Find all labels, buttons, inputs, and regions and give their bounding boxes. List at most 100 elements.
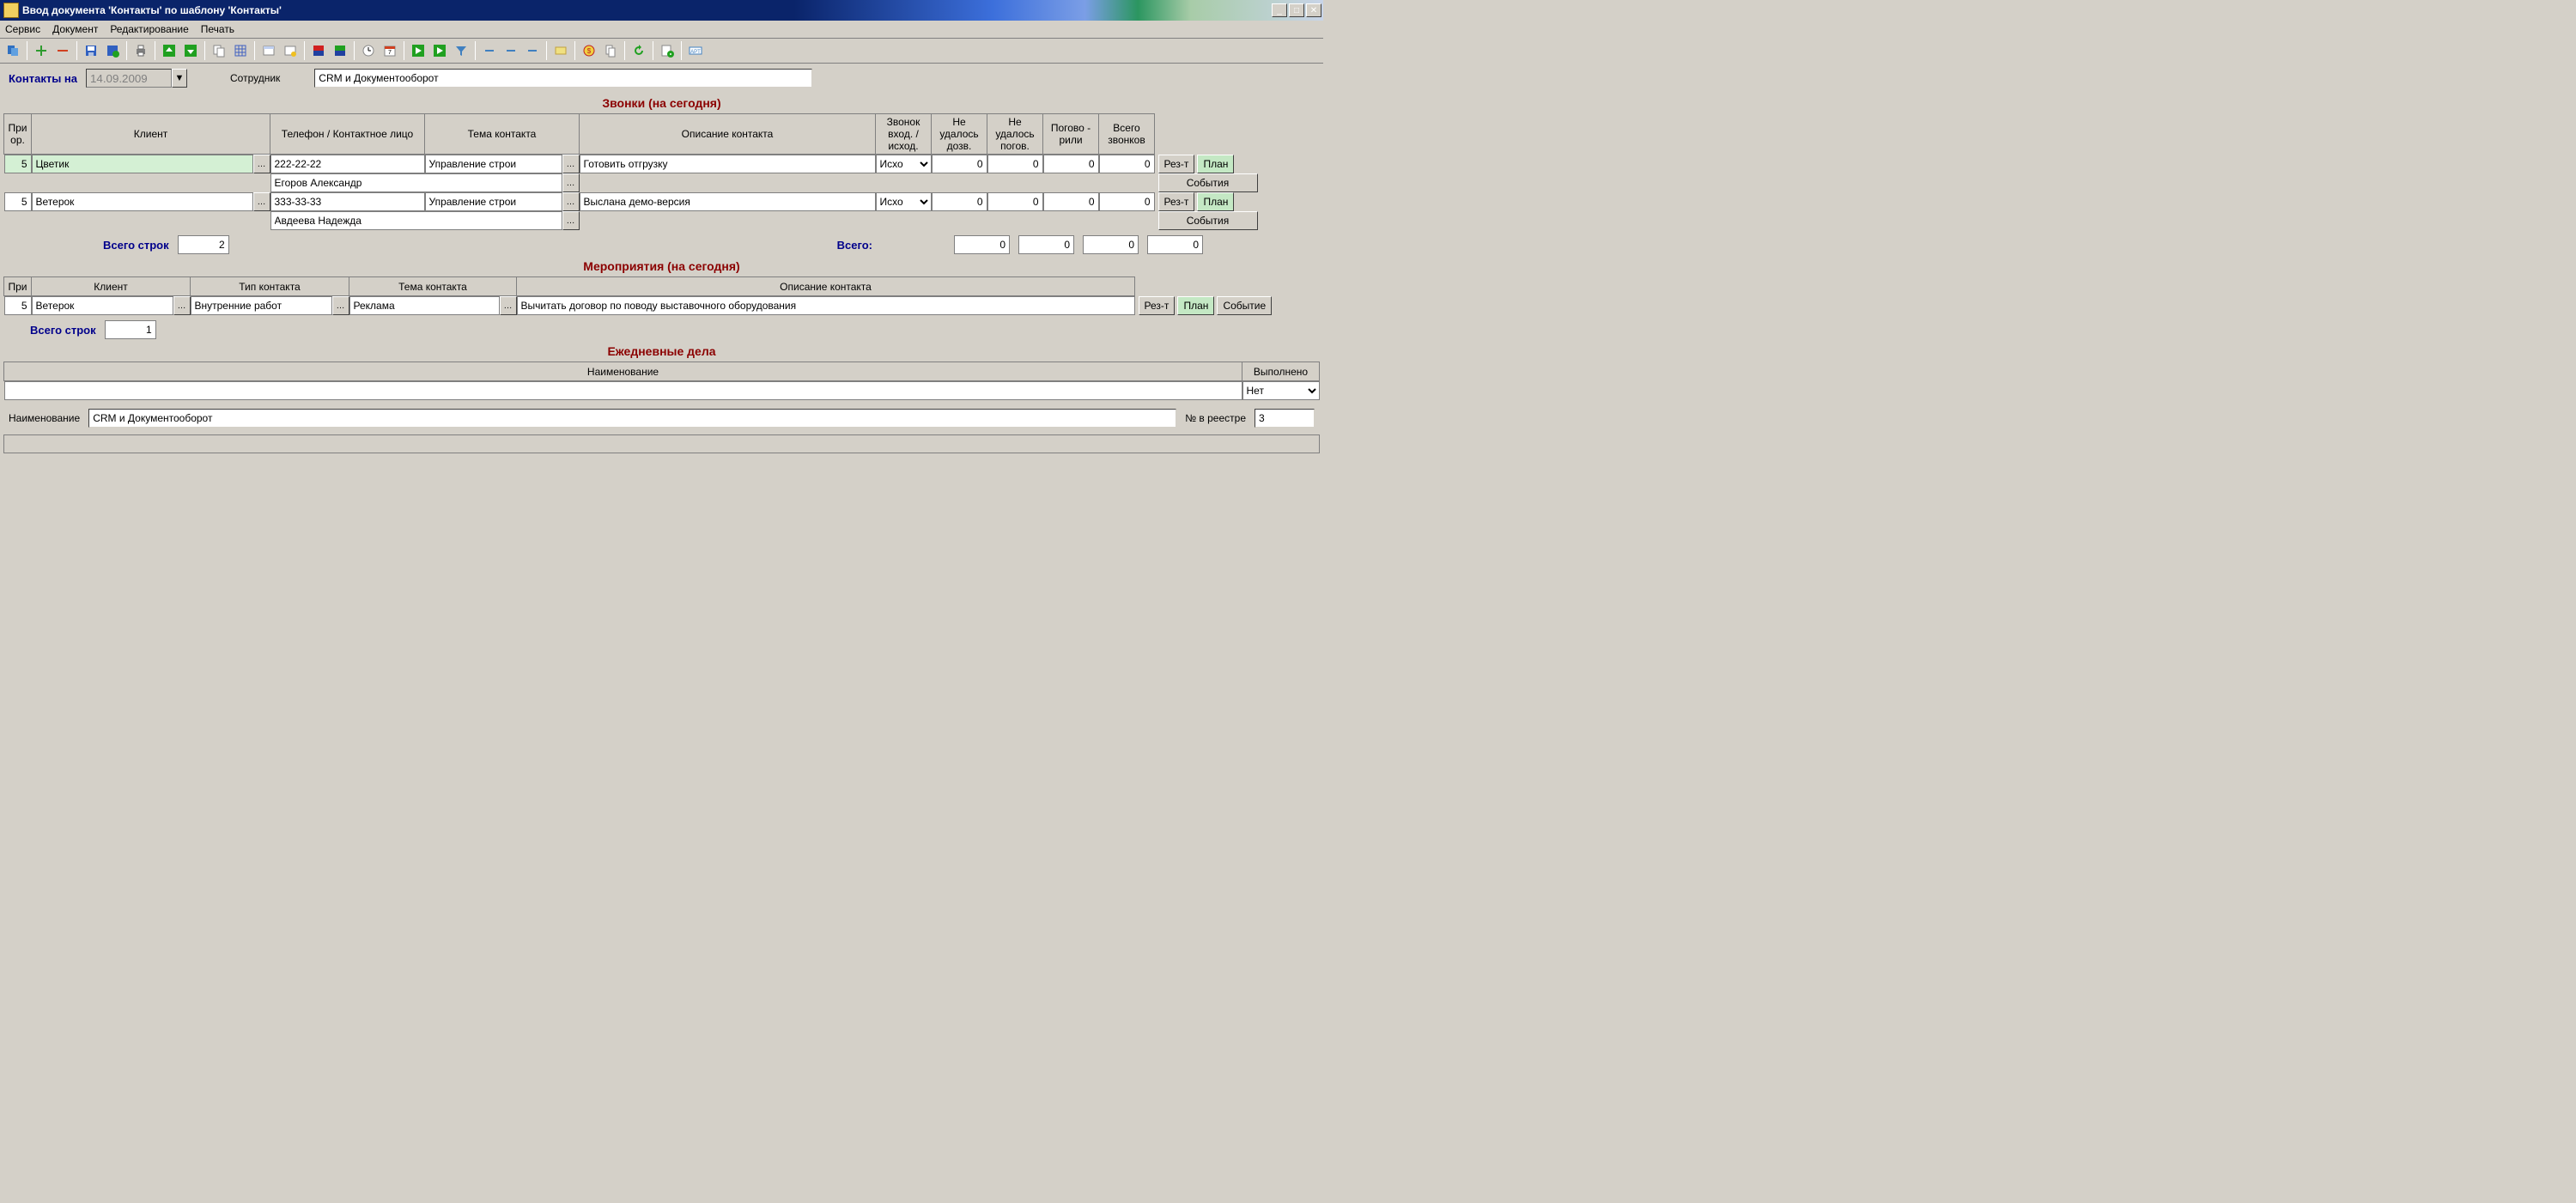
sum-no-reach[interactable]: [954, 235, 1010, 254]
close-button[interactable]: ✕: [1306, 3, 1321, 17]
play-icon[interactable]: [409, 41, 428, 60]
client-pick-icon[interactable]: …: [173, 296, 191, 315]
events-title: Мероприятия (на сегодня): [0, 256, 1323, 276]
grid-icon[interactable]: [231, 41, 250, 60]
play2-icon[interactable]: [430, 41, 449, 60]
maximize-button[interactable]: □: [1289, 3, 1304, 17]
flag-green-icon[interactable]: [331, 41, 349, 60]
minus1-icon[interactable]: [480, 41, 499, 60]
employee-input[interactable]: [314, 69, 812, 88]
open-db-icon[interactable]: [3, 41, 22, 60]
arrow-up-icon[interactable]: [160, 41, 179, 60]
events-button[interactable]: События: [1158, 173, 1258, 192]
dir-select[interactable]: Исхо: [876, 155, 932, 173]
client-pick-icon[interactable]: …: [253, 155, 270, 173]
phone-input[interactable]: [270, 155, 425, 173]
invoice-add-icon[interactable]: [658, 41, 677, 60]
result-button[interactable]: Рез-т: [1158, 155, 1195, 173]
event-button[interactable]: Событие: [1217, 296, 1272, 315]
minimize-button[interactable]: _: [1272, 3, 1287, 17]
remove-icon[interactable]: [53, 41, 72, 60]
footer-name-label: Наименование: [9, 412, 80, 424]
save-icon[interactable]: [82, 41, 100, 60]
rows-total-value[interactable]: [105, 320, 156, 339]
topic-pick-icon[interactable]: …: [562, 192, 580, 211]
type-input[interactable]: [191, 296, 332, 315]
table-icon[interactable]: [259, 41, 278, 60]
date-dropdown-icon[interactable]: ▼: [172, 69, 187, 88]
sum-talked[interactable]: [1083, 235, 1139, 254]
table-settings-icon[interactable]: [281, 41, 300, 60]
no-reach-input[interactable]: [932, 192, 987, 211]
no-talk-input[interactable]: [987, 192, 1043, 211]
clock-icon[interactable]: [359, 41, 378, 60]
window-title: Ввод документа 'Контакты' по шаблону 'Ко…: [22, 4, 1272, 16]
result-button[interactable]: Рез-т: [1139, 296, 1176, 315]
dir-select[interactable]: Исхо: [876, 192, 932, 211]
name-input[interactable]: [4, 381, 1242, 400]
sum-total[interactable]: [1147, 235, 1203, 254]
menu-print[interactable]: Печать: [201, 23, 234, 35]
minus2-icon[interactable]: [501, 41, 520, 60]
client-input[interactable]: [32, 192, 253, 211]
total-input[interactable]: [1099, 155, 1155, 173]
menu-service[interactable]: Сервис: [5, 23, 40, 35]
topic-pick-icon[interactable]: …: [500, 296, 517, 315]
client-input[interactable]: [32, 155, 253, 173]
prio-input[interactable]: [4, 296, 32, 315]
total-input[interactable]: [1099, 192, 1155, 211]
contact-pick-icon[interactable]: …: [562, 173, 580, 192]
date-field[interactable]: ▼: [86, 69, 187, 88]
topic-pick-icon[interactable]: …: [562, 155, 580, 173]
contact-person-input[interactable]: [270, 173, 562, 192]
flag-red-icon[interactable]: [309, 41, 328, 60]
talked-input[interactable]: [1043, 192, 1099, 211]
date-input[interactable]: [86, 69, 172, 88]
footer-name-input[interactable]: [88, 409, 1176, 428]
apt-icon[interactable]: APT: [686, 41, 705, 60]
plan-button[interactable]: План: [1177, 296, 1214, 315]
prio-input[interactable]: [4, 155, 32, 173]
add-icon[interactable]: [32, 41, 51, 60]
client-input[interactable]: [32, 296, 173, 315]
print-icon[interactable]: [131, 41, 150, 60]
menubar: Сервис Документ Редактирование Печать: [0, 21, 1323, 39]
topic-input[interactable]: [425, 192, 562, 211]
reg-input[interactable]: [1255, 409, 1315, 428]
type-pick-icon[interactable]: …: [332, 296, 349, 315]
doc-copy-icon[interactable]: [601, 41, 620, 60]
plan-button[interactable]: План: [1197, 192, 1234, 211]
rows-total-value[interactable]: [178, 235, 229, 254]
refresh-icon[interactable]: [629, 41, 648, 60]
money-icon[interactable]: $: [580, 41, 598, 60]
topic-input[interactable]: [349, 296, 500, 315]
col-done: Выполнено: [1242, 362, 1320, 381]
prio-input[interactable]: [4, 192, 32, 211]
filter-icon[interactable]: [452, 41, 471, 60]
client-pick-icon[interactable]: …: [253, 192, 270, 211]
events-button[interactable]: События: [1158, 211, 1258, 230]
minus3-icon[interactable]: [523, 41, 542, 60]
phone-input[interactable]: [270, 192, 425, 211]
footer-row: Наименование № в реестре: [0, 404, 1323, 433]
done-select[interactable]: Нет: [1242, 381, 1320, 400]
no-reach-input[interactable]: [932, 155, 987, 173]
copy-doc-icon[interactable]: [210, 41, 228, 60]
sum-no-talk[interactable]: [1018, 235, 1074, 254]
contact-pick-icon[interactable]: …: [562, 211, 580, 230]
desc-input[interactable]: [580, 155, 876, 173]
result-button[interactable]: Рез-т: [1158, 192, 1195, 211]
no-talk-input[interactable]: [987, 155, 1043, 173]
desc-input[interactable]: [580, 192, 876, 211]
plan-button[interactable]: План: [1197, 155, 1234, 173]
card-icon[interactable]: [551, 41, 570, 60]
menu-edit[interactable]: Редактирование: [110, 23, 188, 35]
talked-input[interactable]: [1043, 155, 1099, 173]
menu-document[interactable]: Документ: [52, 23, 98, 35]
export-icon[interactable]: [103, 41, 122, 60]
arrow-down-icon[interactable]: [181, 41, 200, 60]
desc-input[interactable]: [517, 296, 1135, 315]
contact-person-input[interactable]: [270, 211, 562, 230]
calendar-icon[interactable]: 7: [380, 41, 399, 60]
topic-input[interactable]: [425, 155, 562, 173]
